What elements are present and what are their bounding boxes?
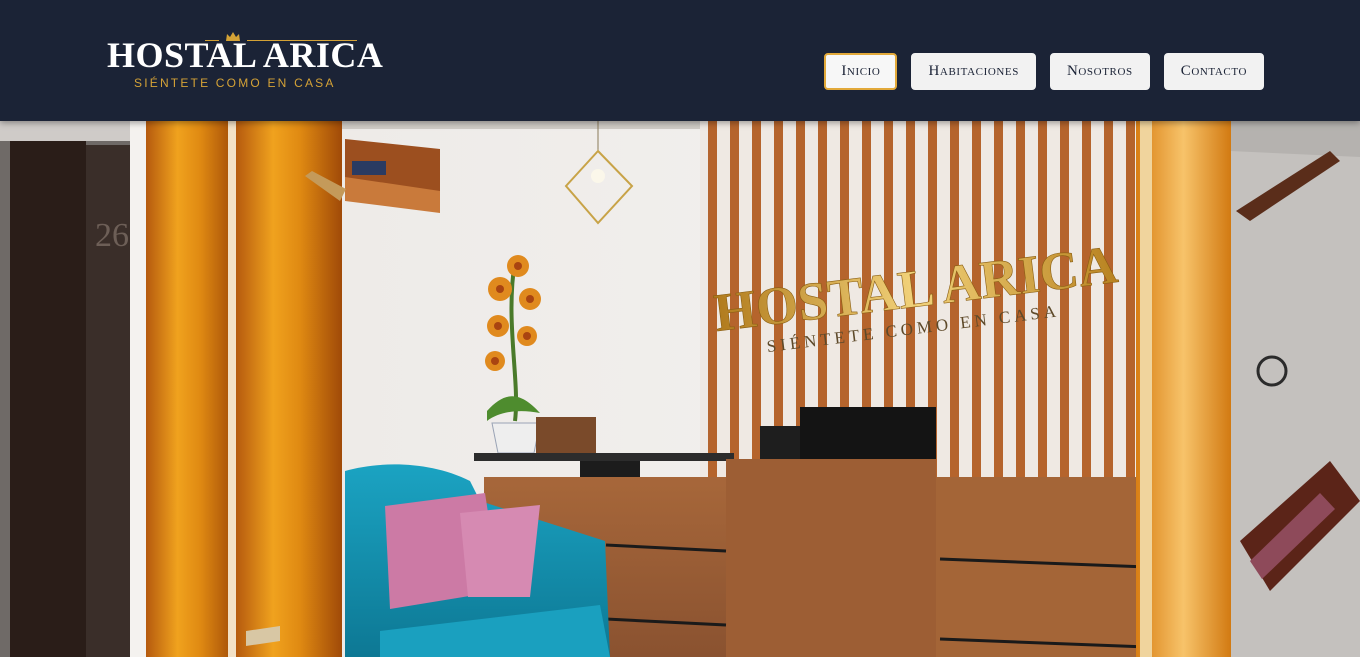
reception-photo: 26 HOSTAL ARICA SIÉNTETE COMO EN CASA <box>0 121 1360 657</box>
nav-habitaciones[interactable]: Habitaciones <box>911 53 1036 90</box>
nav-nosotros[interactable]: Nosotros <box>1049 53 1150 90</box>
main-nav: Inicio Habitaciones Nosotros Contacto <box>824 53 1264 90</box>
brand-name: HOSTAL ARICA <box>107 35 384 75</box>
brand-tagline: SIÉNTETE COMO EN CASA <box>134 76 336 90</box>
site-header: HOSTAL ARICA SIÉNTETE COMO EN CASA Inici… <box>0 0 1360 121</box>
nav-inicio[interactable]: Inicio <box>824 53 898 90</box>
door-number: 26 <box>95 217 129 254</box>
hero-image: 26 HOSTAL ARICA SIÉNTETE COMO EN CASA <box>0 121 1360 657</box>
brand-logo[interactable]: HOSTAL ARICA SIÉNTETE COMO EN CASA <box>107 32 384 92</box>
nav-contacto[interactable]: Contacto <box>1163 53 1264 90</box>
